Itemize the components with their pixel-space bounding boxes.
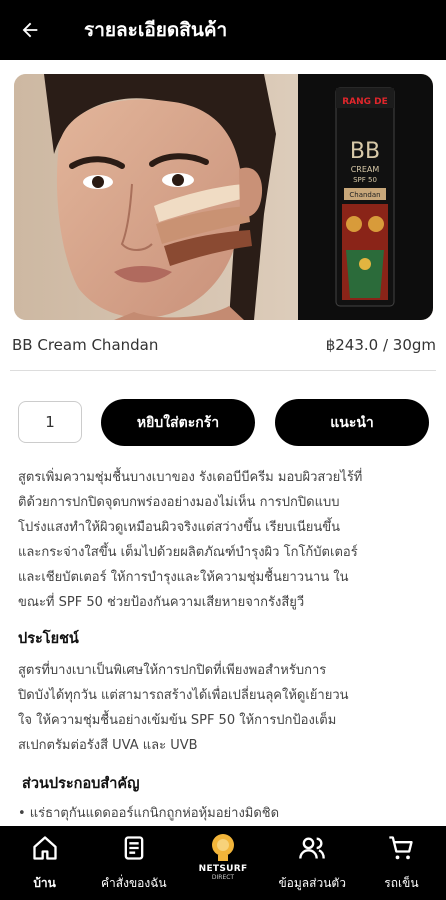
quantity-value: 1 bbox=[45, 413, 55, 431]
product-price: ฿243.0 / 30gm bbox=[325, 336, 436, 354]
description-line: โปร่งแสงทำให้ผิวดูเหมือนผิวจริงแต่สว่างข… bbox=[18, 520, 341, 535]
ingredient-item: • แร่ธาตุกันแดดออร์แกนิกถูกห่อหุ้มอย่างม… bbox=[18, 806, 280, 821]
product-image: RANG DE BB CREAM SPF 50 Chandan bbox=[14, 74, 433, 320]
lightbulb-head-icon bbox=[212, 834, 234, 861]
benefits-line: สูตรที่บางเบาเป็นพิเศษให้การปกปิดที่เพีย… bbox=[18, 663, 327, 678]
arrow-left-icon bbox=[22, 22, 38, 38]
nav-cart[interactable]: รถเข็น bbox=[357, 826, 446, 900]
page-title: รายละเอียดสินค้า bbox=[84, 19, 228, 41]
back-button[interactable] bbox=[0, 0, 60, 60]
product-name-price-row: BB Cream Chandan ฿243.0 / 30gm bbox=[12, 336, 436, 354]
svg-text:BB: BB bbox=[350, 139, 380, 164]
nav-cart-label: รถเข็น bbox=[384, 876, 419, 890]
benefits-line: ปิดบังได้ทุกวัน แต่สามารถสร้างได้เพื่อเป… bbox=[18, 688, 349, 703]
ingredients-heading: ส่วนประกอบสำคัญ bbox=[22, 776, 140, 792]
benefits-text: สูตรที่บางเบาเป็นพิเศษให้การปกปิดที่เพีย… bbox=[18, 658, 430, 758]
nav-home[interactable]: บ้าน bbox=[0, 826, 89, 900]
svg-text:SPF 50: SPF 50 bbox=[353, 176, 377, 184]
nav-profile-label: ข้อมูลส่วนตัว bbox=[278, 876, 346, 890]
description-line: และเชียบัตเตอร์ ให้การบำรุงและให้ความชุ่… bbox=[18, 570, 349, 585]
add-to-cart-button[interactable]: หยิบใส่ตะกร้า bbox=[101, 399, 255, 446]
quantity-input[interactable]: 1 bbox=[18, 401, 82, 443]
benefits-line: ใจ ให้ความชุ่มชื้นอย่างเข้มข้น SPF 50 ให… bbox=[18, 713, 337, 728]
recommend-button[interactable]: แนะนำ bbox=[275, 399, 429, 446]
netsurf-logo-text: NETSURF bbox=[198, 864, 248, 874]
nav-profile[interactable]: ข้อมูลส่วนตัว bbox=[268, 826, 357, 900]
description-line: ติด้วยการปกปิดจุดบกพร่องอย่างมองไม่เห็น … bbox=[18, 495, 340, 510]
benefits-heading: ประโยชน์ bbox=[18, 631, 79, 647]
description-text: สูตรเพิ่มความชุ่มชื้นบางเบาของ รังเดอบีบ… bbox=[18, 465, 430, 615]
netsurf-logo-sub: DIRECT bbox=[211, 874, 235, 881]
svg-text:RANG DE: RANG DE bbox=[342, 97, 388, 107]
app-bar: รายละเอียดสินค้า bbox=[0, 0, 446, 60]
nav-netsurf[interactable]: NETSURF DIRECT bbox=[178, 826, 267, 900]
netsurf-logo: NETSURF DIRECT bbox=[199, 832, 248, 881]
description-line: ขณะที่ SPF 50 ช่วยป้องกันความเสียหายจากร… bbox=[18, 595, 305, 610]
nav-orders[interactable]: คำสั่งของฉัน bbox=[89, 826, 178, 900]
svg-text:CREAM: CREAM bbox=[351, 165, 380, 174]
svg-text:Chandan: Chandan bbox=[349, 191, 380, 199]
profile-icon bbox=[299, 837, 326, 859]
divider bbox=[10, 370, 436, 371]
home-icon bbox=[32, 836, 57, 860]
nav-home-label: บ้าน bbox=[33, 876, 56, 890]
cart-icon bbox=[389, 836, 414, 860]
orders-icon bbox=[124, 836, 144, 860]
description-line: สูตรเพิ่มความชุ่มชื้นบางเบาของ รังเดอบีบ… bbox=[18, 470, 363, 485]
benefits-line: สเปกตรัมต่อรังสี UVA และ UVB bbox=[18, 738, 198, 753]
description-line: และกระจ่างใสขึ้น เต็มไปด้วยผลิตภัณฑ์บำรุ… bbox=[18, 545, 358, 560]
nav-orders-label: คำสั่งของฉัน bbox=[101, 876, 167, 890]
product-description: สูตรเพิ่มความชุ่มชื้นบางเบาของ รังเดอบีบ… bbox=[18, 465, 430, 825]
product-name: BB Cream Chandan bbox=[12, 336, 159, 354]
bottom-nav: บ้าน คำสั่งของฉัน NETSURF DIRECT ข้อมูลส… bbox=[0, 826, 446, 900]
